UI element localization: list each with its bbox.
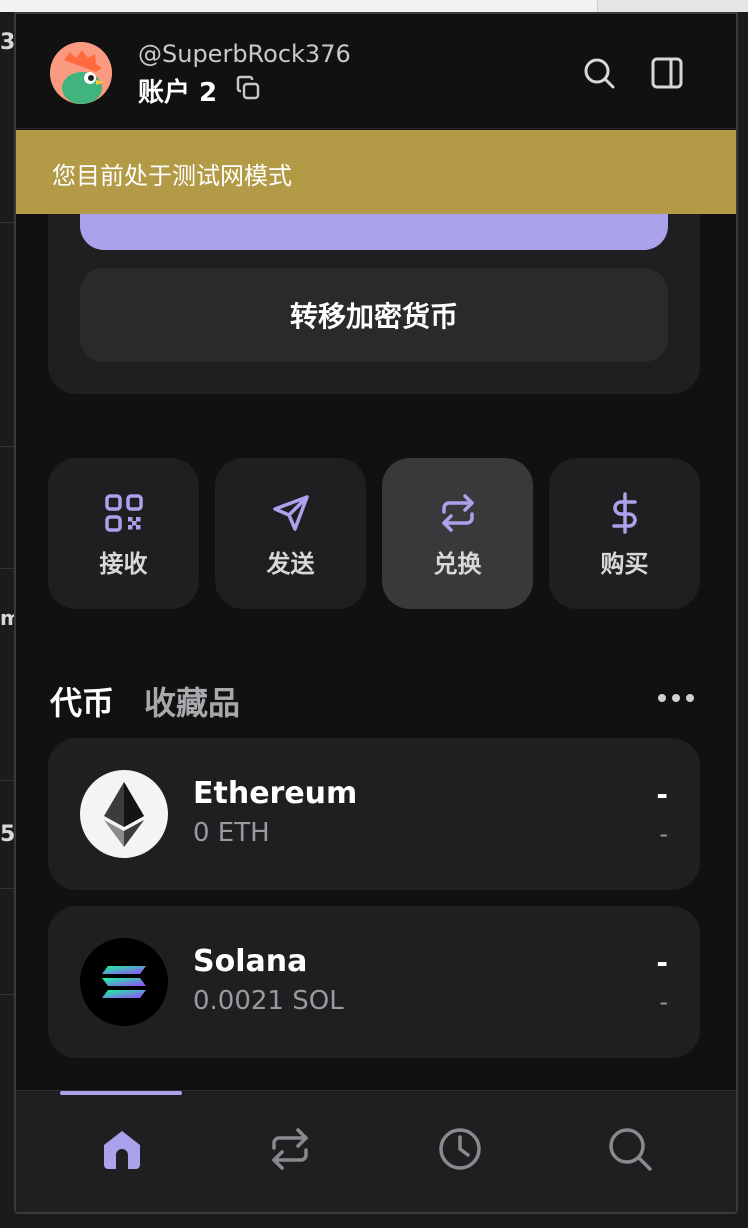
username: @SuperbRock376 xyxy=(138,40,351,68)
search-icon[interactable] xyxy=(582,56,616,90)
token-value: - xyxy=(656,778,668,811)
search-nav-icon[interactable] xyxy=(606,1125,654,1173)
browser-tab xyxy=(597,0,748,12)
token-row-ethereum[interactable]: Ethereum 0 ETH - - xyxy=(48,738,700,890)
tab-tokens[interactable]: 代币 xyxy=(50,678,114,724)
background-divider xyxy=(0,446,14,447)
bottom-nav xyxy=(16,1090,736,1212)
sidebar-toggle-icon[interactable] xyxy=(650,56,684,90)
more-options-icon[interactable] xyxy=(656,692,696,704)
token-name: Ethereum xyxy=(193,776,358,811)
swap-icon xyxy=(442,494,474,532)
token-balance: 0.0021 SOL xyxy=(193,986,344,1016)
swap-label: 兑换 xyxy=(433,550,482,578)
send-button[interactable]: 发送 xyxy=(215,458,366,609)
background-divider xyxy=(0,994,14,995)
receive-button[interactable]: 接收 xyxy=(48,458,199,609)
buy-button[interactable]: 购买 xyxy=(549,458,700,609)
background-divider xyxy=(0,780,14,781)
background-divider xyxy=(0,888,14,889)
dollar-icon xyxy=(612,492,637,534)
tab-collectibles[interactable]: 收藏品 xyxy=(144,678,240,724)
account-name[interactable]: 账户 2 xyxy=(138,72,217,109)
send-label: 发送 xyxy=(266,550,315,578)
token-row-solana[interactable]: Solana 0.0021 SOL - - xyxy=(48,906,700,1058)
history-icon[interactable] xyxy=(436,1125,484,1173)
swap-button[interactable]: 兑换 xyxy=(382,458,533,609)
background-divider xyxy=(0,568,14,569)
token-change: - xyxy=(659,820,668,848)
token-change: - xyxy=(659,988,668,1016)
nav-active-indicator xyxy=(60,1091,182,1095)
ethereum-logo-icon xyxy=(80,770,168,858)
home-icon[interactable] xyxy=(98,1125,146,1173)
token-balance: 0 ETH xyxy=(193,818,270,848)
receive-label: 接收 xyxy=(99,550,148,578)
token-value: - xyxy=(656,946,668,979)
qr-code-icon xyxy=(105,494,143,532)
solana-logo-icon xyxy=(80,938,168,1026)
copy-icon[interactable] xyxy=(234,74,262,102)
send-icon xyxy=(273,495,309,531)
transfer-crypto-button[interactable]: 转移加密货币 xyxy=(80,268,668,362)
wallet-popup: 转移加密货币 接收 发送 兑换 购买 代币 收藏品 Ethereum 0 ETH… xyxy=(14,12,738,1214)
swap-nav-icon[interactable] xyxy=(266,1125,314,1173)
testnet-banner: 您目前处于测试网模式 xyxy=(16,130,736,214)
testnet-banner-text: 您目前处于测试网模式 xyxy=(52,162,292,190)
header: @SuperbRock376 账户 2 xyxy=(16,14,736,129)
background-divider xyxy=(0,222,14,223)
avatar[interactable] xyxy=(50,42,112,104)
buy-label: 购买 xyxy=(600,550,649,578)
token-name: Solana xyxy=(193,944,308,979)
